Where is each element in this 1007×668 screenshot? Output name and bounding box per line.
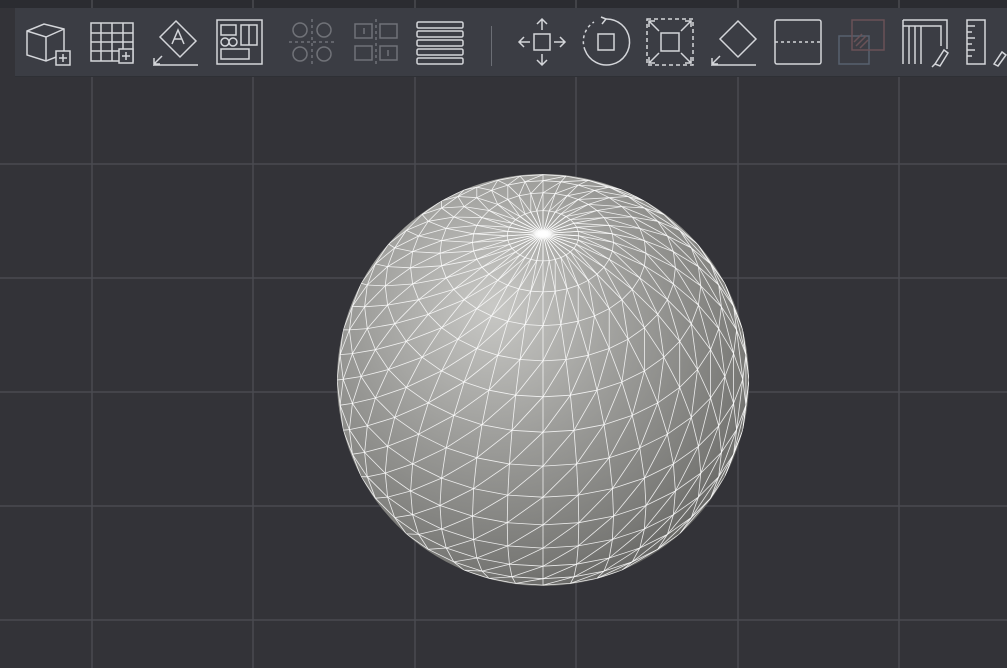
tool-scale[interactable] xyxy=(644,16,696,68)
tool-layout-panel[interactable] xyxy=(214,16,266,68)
tool-rotate[interactable] xyxy=(580,16,632,68)
paint-wall-icon xyxy=(900,16,952,68)
sphere-mesh[interactable] xyxy=(337,174,749,586)
move-arrows-icon xyxy=(516,16,568,68)
mesh-edge xyxy=(352,305,365,308)
tool-place-text[interactable] xyxy=(150,16,202,68)
sphere-wireframe xyxy=(337,174,749,586)
distribute-circles-icon xyxy=(286,16,338,68)
overlay-layers-icon xyxy=(836,16,888,68)
tool-add-grid[interactable] xyxy=(86,16,138,68)
toolbar-separator xyxy=(491,26,492,66)
tool-stack-lines[interactable] xyxy=(414,16,466,68)
tool-add-box[interactable] xyxy=(22,16,74,68)
tool-overlay-layers[interactable] xyxy=(836,16,888,68)
place-text-icon xyxy=(150,16,202,68)
mesh-edge xyxy=(406,533,419,535)
tool-split-panels[interactable] xyxy=(350,16,402,68)
tool-move[interactable] xyxy=(516,16,568,68)
tool-eraser[interactable] xyxy=(708,16,760,68)
3d-viewport[interactable] xyxy=(0,0,1007,668)
add-box-icon xyxy=(22,16,74,68)
main-toolbar xyxy=(15,8,1007,77)
tool-distribute[interactable] xyxy=(286,16,338,68)
tool-measure[interactable] xyxy=(964,16,1007,68)
section-plane-icon xyxy=(772,16,824,68)
split-panels-icon xyxy=(350,16,402,68)
stack-lines-icon xyxy=(414,16,466,68)
tool-section-plane[interactable] xyxy=(772,16,824,68)
layout-panel-icon xyxy=(214,16,266,68)
eraser-icon xyxy=(708,16,760,68)
scale-frame-icon xyxy=(644,16,696,68)
measure-ruler-icon xyxy=(964,16,1007,68)
tool-paint-wall[interactable] xyxy=(900,16,952,68)
add-grid-icon xyxy=(86,16,138,68)
rotate-icon xyxy=(580,16,632,68)
